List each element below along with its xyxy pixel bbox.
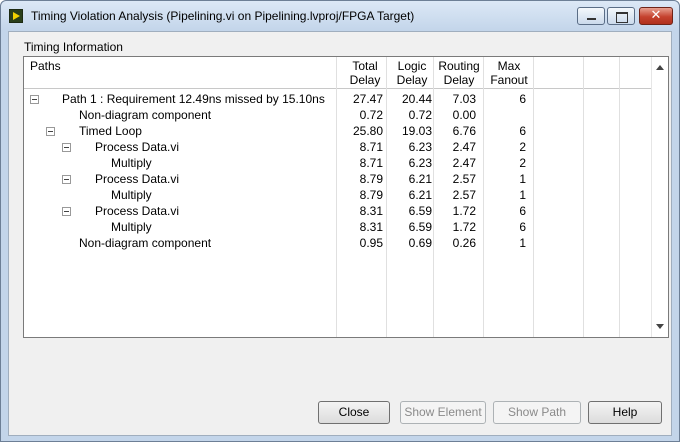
table-row[interactable]: Timed Loop 25.80 19.03 6.76 6 <box>24 123 644 139</box>
routing-delay-value: 0.26 <box>452 236 476 250</box>
dialog-window: Timing Violation Analysis (Pipelining.vi… <box>0 0 680 442</box>
header-logic-line1: Logic <box>397 59 427 73</box>
header-total-line1: Total <box>352 59 378 73</box>
path-label: Multiply <box>111 156 152 170</box>
logic-delay-value: 20.44 <box>401 92 432 106</box>
logic-delay-value: 6.21 <box>408 188 432 202</box>
header-routing-line2: Delay <box>443 73 475 87</box>
routing-delay-value: 1.72 <box>452 204 476 218</box>
window-title: Timing Violation Analysis (Pipelining.vi… <box>31 9 415 23</box>
logic-delay-value: 6.23 <box>408 140 432 154</box>
collapse-icon[interactable] <box>46 127 55 136</box>
max-fanout-value: 6 <box>519 124 526 138</box>
max-fanout-value: 6 <box>519 204 526 218</box>
table-row[interactable]: Multiply 8.71 6.23 2.47 2 <box>24 155 644 171</box>
scroll-up-arrow-icon[interactable] <box>656 65 664 70</box>
logic-delay-value: 6.59 <box>408 220 432 234</box>
path-label: Process Data.vi <box>95 204 180 218</box>
total-delay-value: 8.31 <box>359 204 383 218</box>
header-routing-delay[interactable]: Routing Delay <box>434 59 484 87</box>
routing-delay-value: 1.72 <box>452 220 476 234</box>
max-fanout-value: 1 <box>519 172 526 186</box>
path-label: Timed Loop <box>79 124 142 138</box>
labview-app-icon <box>9 9 23 23</box>
table-row[interactable]: Non-diagram component 0.72 0.72 0.00 <box>24 107 644 123</box>
total-delay-value: 25.80 <box>352 124 383 138</box>
table-row[interactable]: Process Data.vi 8.79 6.21 2.57 1 <box>24 171 644 187</box>
total-delay-value: 8.71 <box>359 156 383 170</box>
title-bar[interactable]: Timing Violation Analysis (Pipelining.vi… <box>1 1 679 31</box>
routing-delay-value: 2.57 <box>452 172 476 186</box>
header-fanout-line2: Fanout <box>490 73 528 87</box>
logic-delay-value: 0.69 <box>408 236 432 250</box>
total-delay-value: 8.31 <box>359 220 383 234</box>
scroll-down-arrow-icon[interactable] <box>656 324 664 329</box>
timing-table[interactable]: Paths Total Delay Logic Delay Routing De… <box>23 56 669 338</box>
max-fanout-value: 2 <box>519 156 526 170</box>
vertical-scrollbar[interactable] <box>651 57 668 337</box>
collapse-icon[interactable] <box>62 143 71 152</box>
table-row[interactable]: Path 1 : Requirement 12.49ns missed by 1… <box>24 91 644 107</box>
logic-delay-value: 19.03 <box>401 124 432 138</box>
show-element-button[interactable]: Show Element <box>400 401 486 424</box>
close-icon: ✕ <box>650 8 662 23</box>
max-fanout-value: 2 <box>519 140 526 154</box>
max-fanout-value: 6 <box>519 220 526 234</box>
table-row[interactable]: Multiply 8.79 6.21 2.57 1 <box>24 187 644 203</box>
table-header: Paths Total Delay Logic Delay Routing De… <box>24 57 651 89</box>
routing-delay-value: 6.76 <box>452 124 476 138</box>
show-path-button[interactable]: Show Path <box>493 401 581 424</box>
routing-delay-value: 2.57 <box>452 188 476 202</box>
path-label: Path 1 : Requirement 12.49ns missed by 1… <box>62 92 325 106</box>
routing-delay-value: 7.03 <box>452 92 476 106</box>
total-delay-value: 0.95 <box>359 236 383 250</box>
max-fanout-value: 1 <box>519 188 526 202</box>
routing-delay-value: 2.47 <box>452 140 476 154</box>
path-label: Non-diagram component <box>79 236 212 250</box>
total-delay-value: 0.72 <box>359 108 383 122</box>
close-button[interactable]: Close <box>318 401 390 424</box>
header-routing-line1: Routing <box>438 59 480 73</box>
total-delay-value: 27.47 <box>352 92 383 106</box>
path-label: Multiply <box>111 188 152 202</box>
dialog-body: Timing Information Paths Total Delay Log… <box>8 31 672 436</box>
header-logic-line2: Delay <box>396 73 428 87</box>
header-paths[interactable]: Paths <box>30 59 61 73</box>
routing-delay-value: 0.00 <box>452 108 476 122</box>
table-row[interactable]: Process Data.vi 8.31 6.59 1.72 6 <box>24 203 644 219</box>
header-total-delay[interactable]: Total Delay <box>339 59 391 87</box>
max-fanout-value: 6 <box>519 92 526 106</box>
logic-delay-value: 6.21 <box>408 172 432 186</box>
table-row[interactable]: Process Data.vi 8.71 6.23 2.47 2 <box>24 139 644 155</box>
logic-delay-value: 0.72 <box>408 108 432 122</box>
logic-delay-value: 6.59 <box>408 204 432 218</box>
collapse-icon[interactable] <box>62 207 71 216</box>
routing-delay-value: 2.47 <box>452 156 476 170</box>
window-close-button[interactable]: ✕ <box>639 7 673 25</box>
total-delay-value: 8.79 <box>359 188 383 202</box>
table-row[interactable]: Non-diagram component 0.95 0.69 0.26 1 <box>24 235 644 251</box>
total-delay-value: 8.79 <box>359 172 383 186</box>
maximize-button[interactable] <box>607 7 635 25</box>
collapse-icon[interactable] <box>62 175 71 184</box>
total-delay-value: 8.71 <box>359 140 383 154</box>
header-total-line2: Delay <box>349 73 381 87</box>
help-button[interactable]: Help <box>588 401 662 424</box>
max-fanout-value: 1 <box>519 236 526 250</box>
path-label: Non-diagram component <box>79 108 212 122</box>
logic-delay-value: 6.23 <box>408 156 432 170</box>
collapse-icon[interactable] <box>30 95 39 104</box>
path-label: Multiply <box>111 220 152 234</box>
table-row[interactable]: Multiply 8.31 6.59 1.72 6 <box>24 219 644 235</box>
header-fanout-line1: Max <box>497 59 521 73</box>
timing-information-label: Timing Information <box>24 40 123 54</box>
path-label: Process Data.vi <box>95 172 180 186</box>
path-label: Process Data.vi <box>95 140 180 154</box>
header-max-fanout[interactable]: Max Fanout <box>484 59 534 87</box>
header-logic-delay[interactable]: Logic Delay <box>386 59 438 87</box>
minimize-button[interactable] <box>577 7 605 25</box>
